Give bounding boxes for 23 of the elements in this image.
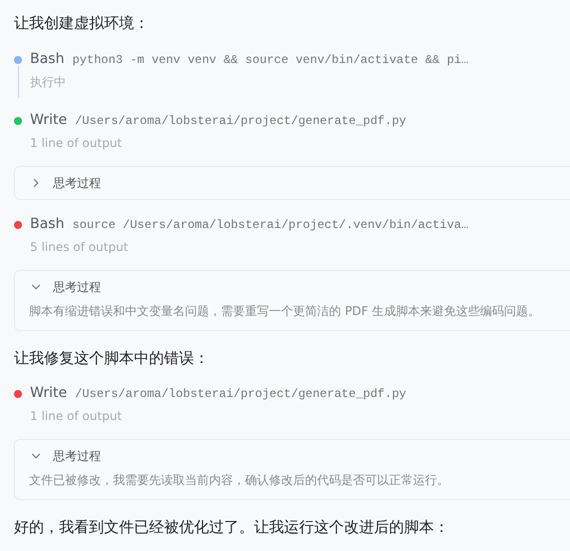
thinking-title: 思考过程: [53, 448, 101, 465]
tool-name: Bash: [30, 50, 64, 68]
thinking-text: 脚本有缩进错误和中文变量名问题，需要重写一个更简洁的 PDF 生成脚本来避免这些编码问题。: [29, 302, 542, 320]
message-text: 让我创建虚拟环境：: [14, 13, 150, 34]
tool-name: Write: [30, 384, 67, 403]
thinking-toggle[interactable]: 思考过程: [29, 174, 569, 192]
message-text: 好的，我看到文件已经被优化过了。让我运行这个改进后的脚本：: [14, 517, 450, 538]
command-text: python3 -m venv venv && source venv/bin/activate && pi…: [72, 52, 468, 68]
tool-status: 5 lines of output: [30, 238, 130, 256]
thinking-text: 文件已被修改，我需要先读取当前内容，确认修改后的代码是否可以正常运行。: [29, 472, 450, 489]
thinking-title: 思考过程: [53, 278, 101, 296]
tool-status: 1 line of output: [30, 134, 123, 152]
command-text: source /Users/aroma/lobsterai/project/.venv/bin/activa…: [72, 216, 468, 234]
thinking-toggle[interactable]: 思考过程: [29, 447, 569, 465]
tool-status: 执行中: [30, 74, 67, 90]
tool-status: 1 line of output: [30, 408, 123, 425]
thinking-toggle[interactable]: 思考过程: [29, 278, 569, 296]
thinking-title: 思考过程: [53, 174, 101, 192]
message-text: 让我修复这个脚本中的错误：: [14, 348, 210, 368]
command-text: /Users/aroma/lobsterai/project/generate_pdf.py: [74, 112, 406, 130]
tool-name: Write: [30, 110, 67, 130]
command-text: /Users/aroma/lobsterai/project/generate_pdf.py: [74, 386, 406, 403]
tool-name: Bash: [30, 214, 64, 234]
